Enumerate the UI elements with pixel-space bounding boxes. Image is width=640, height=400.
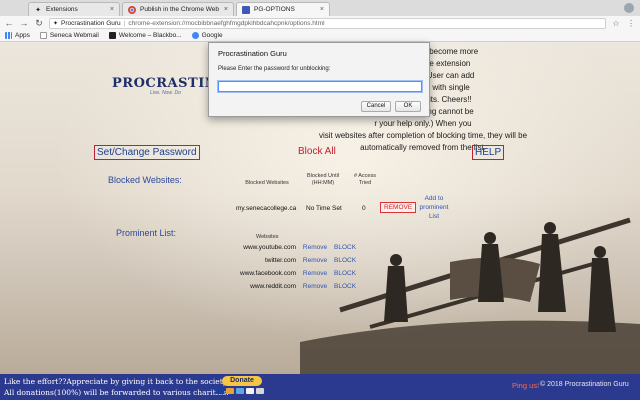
site-name: Procrastination Guru bbox=[61, 19, 121, 27]
password-input[interactable] bbox=[218, 81, 422, 92]
ping-us-link[interactable]: Ping us! bbox=[512, 381, 539, 390]
bookmark-label: Welcome – Blackbo... bbox=[118, 32, 182, 39]
forward-icon[interactable]: → bbox=[19, 18, 29, 28]
block-all-button[interactable]: Block All bbox=[298, 146, 336, 157]
list-item: www.reddit.com Remove BLOCK bbox=[224, 283, 364, 290]
tab-strip: ✦ Extensions × Publish in the Chrome Web… bbox=[0, 0, 640, 16]
extension-icon bbox=[242, 5, 250, 14]
browser-toolbar: ← → ↻ ✦ Procrastination Guru | chrome-ex… bbox=[0, 16, 640, 30]
back-icon[interactable]: ← bbox=[4, 18, 14, 28]
google-icon bbox=[191, 32, 199, 39]
prominent-site: twitter.com bbox=[264, 257, 296, 264]
profile-icon[interactable] bbox=[624, 3, 634, 13]
bookmark-seneca-webmail[interactable]: Seneca Webmail bbox=[39, 32, 99, 39]
dialog-title: Procrastination Guru bbox=[218, 49, 287, 58]
bookmark-google[interactable]: Google bbox=[191, 32, 223, 39]
blocked-site: my.senecacollege.ca bbox=[236, 205, 297, 212]
reload-icon[interactable]: ↻ bbox=[34, 18, 44, 28]
remove-button[interactable]: REMOVE bbox=[380, 202, 417, 213]
info-line: r your help only.) When you bbox=[374, 119, 472, 128]
info-line: visit websites after completion of block… bbox=[318, 131, 528, 140]
tab-title: Extensions bbox=[46, 6, 78, 13]
discover-icon bbox=[246, 388, 254, 394]
column-header-blocked-websites: Blocked Websites bbox=[245, 180, 289, 186]
prominent-site: www.youtube.com bbox=[243, 244, 296, 251]
chrome-icon bbox=[128, 5, 136, 14]
donation-line: All donations(100%) will be forwarded to… bbox=[4, 388, 229, 397]
block-link[interactable]: BLOCK bbox=[334, 257, 364, 264]
payment-cards bbox=[216, 388, 264, 394]
tab-extensions[interactable]: ✦ Extensions × bbox=[28, 2, 120, 16]
amex-icon bbox=[236, 388, 244, 394]
logo-tagline: Live. Now. Do bbox=[150, 90, 181, 96]
bookmark-label: Apps bbox=[15, 32, 30, 39]
column-header-blocked-until: Blocked Until (HH:MM) bbox=[306, 173, 340, 186]
visa-icon bbox=[216, 388, 224, 394]
tab-title: Publish in the Chrome Web St... bbox=[140, 6, 220, 13]
cancel-button[interactable]: Cancel bbox=[361, 101, 391, 112]
add-to-prominent-link[interactable]: Add to prominent List bbox=[415, 194, 453, 221]
address-bar[interactable]: ✦ Procrastination Guru | chrome-extensio… bbox=[49, 17, 606, 29]
bookmark-label: Google bbox=[201, 32, 223, 39]
bookmarks-bar: Apps Seneca Webmail Welcome – Blackbo...… bbox=[0, 30, 640, 42]
bookmark-label: Seneca Webmail bbox=[49, 32, 99, 39]
bookmark-apps[interactable]: Apps bbox=[5, 32, 30, 39]
block-link[interactable]: BLOCK bbox=[334, 270, 364, 277]
menu-icon[interactable]: ⋮ bbox=[626, 19, 636, 28]
tab-pg-options[interactable]: PG-OPTIONS × bbox=[236, 2, 330, 16]
remove-link[interactable]: Remove bbox=[296, 283, 334, 290]
url-text: chrome-extension://mocbibbnaefghfmgdpkih… bbox=[128, 19, 325, 27]
blocked-until: No Time Set bbox=[306, 205, 342, 212]
close-icon[interactable]: × bbox=[110, 6, 114, 13]
separator: | bbox=[123, 19, 126, 27]
help-button[interactable]: HELP bbox=[472, 145, 505, 160]
list-item: twitter.com Remove BLOCK bbox=[224, 257, 364, 264]
puzzle-icon: ✦ bbox=[35, 6, 41, 14]
donation-line: Like the effort??Appreciate by giving it… bbox=[4, 377, 234, 386]
ok-button[interactable]: OK bbox=[395, 101, 421, 112]
copyright: © 2018 Procrastination Guru bbox=[540, 381, 629, 388]
blocked-websites-label: Blocked Websites: bbox=[108, 175, 182, 185]
bank-icon bbox=[256, 388, 264, 394]
list-item: www.facebook.com Remove BLOCK bbox=[224, 270, 364, 277]
prominent-site: www.facebook.com bbox=[240, 270, 296, 277]
tab-publish[interactable]: Publish in the Chrome Web St... × bbox=[122, 2, 234, 16]
footer: Like the effort??Appreciate by giving it… bbox=[0, 374, 640, 400]
tab-title: PG-OPTIONS bbox=[254, 6, 295, 13]
close-icon[interactable]: × bbox=[224, 6, 228, 13]
remove-link[interactable]: Remove bbox=[296, 244, 334, 251]
prominent-site: www.reddit.com bbox=[250, 283, 296, 290]
list-item: www.youtube.com Remove BLOCK bbox=[224, 244, 364, 251]
extension-icon: ✦ bbox=[53, 20, 59, 27]
column-header-websites: Websites bbox=[256, 234, 279, 240]
blackboard-icon bbox=[108, 32, 116, 39]
set-password-button[interactable]: Set/Change Password bbox=[94, 145, 200, 160]
document-icon bbox=[39, 32, 47, 39]
remove-link[interactable]: Remove bbox=[296, 270, 334, 277]
password-dialog: Procrastination Guru Please Enter the pa… bbox=[208, 42, 430, 117]
bookmark-blackboard[interactable]: Welcome – Blackbo... bbox=[108, 32, 182, 39]
star-icon[interactable]: ☆ bbox=[611, 19, 621, 28]
apps-icon bbox=[5, 32, 12, 39]
block-link[interactable]: BLOCK bbox=[334, 283, 364, 290]
access-tried-count: 0 bbox=[362, 205, 366, 212]
remove-link[interactable]: Remove bbox=[296, 257, 334, 264]
close-icon[interactable]: × bbox=[320, 6, 324, 13]
prominent-list-label: Prominent List: bbox=[116, 228, 177, 238]
dialog-message: Please Enter the password for unblocking… bbox=[218, 66, 331, 72]
donation-message: Like the effort??Appreciate by giving it… bbox=[4, 376, 233, 398]
column-header-access-tried: # Access Tried bbox=[353, 173, 376, 186]
donate-button[interactable]: Donate bbox=[222, 376, 262, 386]
mastercard-icon bbox=[226, 388, 234, 394]
block-link[interactable]: BLOCK bbox=[334, 244, 364, 251]
